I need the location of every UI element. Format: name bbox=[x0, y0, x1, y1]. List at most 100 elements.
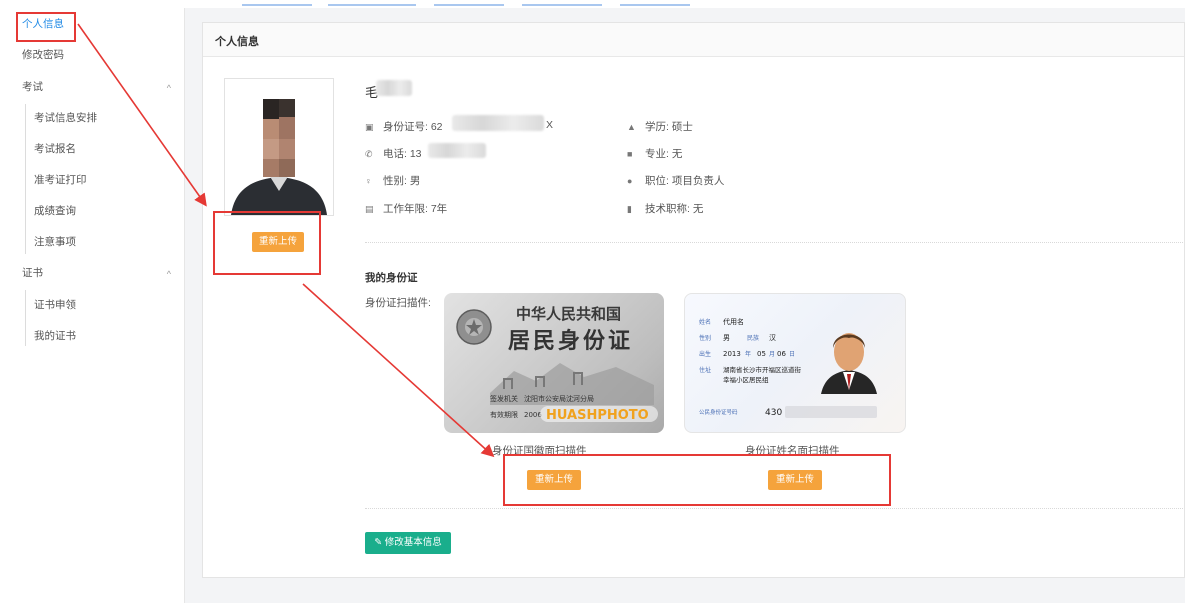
sidebar-item-score-query[interactable]: 成绩查询 bbox=[0, 203, 185, 219]
annotation-box-sidebar bbox=[16, 12, 76, 42]
work-years-value: 7年 bbox=[430, 203, 448, 215]
card-name-value: 代用名 bbox=[723, 317, 744, 326]
tab-stub[interactable] bbox=[522, 4, 602, 6]
card-validity-value: 2006 bbox=[524, 411, 542, 419]
sidebar-item-label: 考试信息安排 bbox=[34, 112, 97, 124]
id-number-label: 身份证号: bbox=[383, 121, 428, 133]
book-icon: ■ bbox=[627, 149, 633, 159]
sidebar-item-label: 证书 bbox=[22, 267, 43, 279]
work-years-label: 工作年限: bbox=[383, 203, 428, 215]
sidebar-item-change-password[interactable]: 修改密码 bbox=[0, 47, 185, 63]
tab-stub[interactable] bbox=[434, 4, 504, 6]
sidebar-item-exam[interactable]: 考试 ^ bbox=[0, 79, 185, 95]
phone-value: 13 bbox=[409, 148, 422, 160]
tab-stub[interactable] bbox=[328, 4, 416, 6]
id-card-back-graphic: 姓名 代用名 性别 男 民族 汉 出生 2013 年 05 月 06 日 住址 … bbox=[699, 317, 877, 418]
position-label: 职位: bbox=[645, 175, 669, 187]
major-field: ■ 专业: 无 bbox=[627, 146, 682, 161]
card-ethnic-value: 汉 bbox=[769, 334, 776, 342]
sidebar-item-label: 成绩查询 bbox=[34, 205, 76, 217]
redacted-phone bbox=[428, 143, 486, 158]
calendar-icon: ▤ bbox=[365, 204, 374, 214]
divider bbox=[365, 508, 1183, 509]
card-birth-month-unit: 月 bbox=[769, 351, 775, 358]
sidebar-item-label: 证书申领 bbox=[34, 299, 76, 311]
card-birth-day: 06 bbox=[777, 350, 786, 358]
sidebar-item-label: 注意事项 bbox=[34, 236, 76, 248]
edit-icon: ✎ bbox=[374, 537, 385, 548]
card-authority-label: 签发机关 bbox=[490, 394, 518, 403]
phone-field: ✆ 电话: 13 bbox=[365, 146, 422, 161]
major-value: 无 bbox=[671, 148, 683, 160]
redacted-name bbox=[376, 80, 412, 96]
card-validity-label: 有效期限 bbox=[490, 410, 518, 419]
card-birth-label: 出生 bbox=[699, 350, 711, 358]
card-front-line2: 居民身份证 bbox=[508, 328, 633, 354]
chevron-up-icon: ^ bbox=[166, 269, 171, 279]
card-name-label: 姓名 bbox=[699, 318, 711, 326]
tech-title-value: 无 bbox=[692, 203, 704, 215]
bookmark-icon: ▮ bbox=[627, 204, 632, 214]
card-address-label: 住址 bbox=[699, 366, 711, 374]
phone-label: 电话: bbox=[383, 148, 407, 160]
card-address-line2: 幸福小区居民组 bbox=[723, 375, 769, 384]
sidebar-item-my-cert[interactable]: 我的证书 bbox=[0, 328, 185, 344]
gender-label: 性别: bbox=[383, 175, 407, 187]
person-photo-icon bbox=[225, 79, 333, 215]
phone-icon: ✆ bbox=[365, 149, 373, 159]
edit-basic-info-button[interactable]: ✎ 修改基本信息 bbox=[365, 532, 451, 554]
tech-title-label: 技术职称: bbox=[645, 203, 690, 215]
card-ethnic-label: 民族 bbox=[747, 334, 759, 342]
card-authority-value: 沈阳市公安局沈河分局 bbox=[524, 394, 594, 403]
briefcase-icon: ● bbox=[627, 176, 633, 186]
id-section-title: 我的身份证 bbox=[365, 272, 418, 284]
sidebar-item-label: 我的证书 bbox=[34, 330, 76, 342]
card-birth-year-unit: 年 bbox=[745, 350, 751, 358]
work-years-field: ▤ 工作年限: 7年 bbox=[365, 201, 447, 216]
sidebar-item-notes[interactable]: 注意事项 bbox=[0, 234, 185, 250]
annotation-box-photo-button bbox=[213, 211, 321, 275]
card-id-value: 430 bbox=[765, 408, 782, 418]
education-label: 学历: bbox=[645, 121, 669, 133]
tech-title-field: ▮ 技术职称: 无 bbox=[627, 201, 703, 216]
card-birth-day-unit: 日 bbox=[789, 351, 795, 358]
id-card-front-graphic: 中华人民共和国 居民身份证 签发机关 沈阳市公安局沈河分局 有效期限 2006 … bbox=[456, 305, 658, 423]
graduation-cap-icon: ▲ bbox=[627, 122, 636, 132]
sidebar-item-label: 考试 bbox=[22, 81, 43, 93]
education-field: ▲ 学历: 硕士 bbox=[627, 119, 693, 134]
gender-value: 男 bbox=[409, 175, 421, 187]
edit-basic-info-label: 修改基本信息 bbox=[384, 537, 442, 548]
id-number-field: ▣ 身份证号: 62 bbox=[365, 119, 443, 134]
major-label: 专业: bbox=[645, 148, 669, 160]
sidebar-item-label: 修改密码 bbox=[22, 49, 64, 61]
sidebar: 个人信息 修改密码 考试 ^ 考试信息安排 考试报名 准考证打印 成绩查询 注意事… bbox=[0, 0, 185, 603]
card-front-line1: 中华人民共和国 bbox=[516, 305, 621, 323]
id-number-suffix: X bbox=[546, 119, 554, 131]
card-birth-year: 2013 bbox=[723, 350, 741, 358]
gender-icon: ♀ bbox=[365, 176, 372, 186]
sidebar-item-exam-schedule[interactable]: 考试信息安排 bbox=[0, 110, 185, 126]
panel-header: 个人信息 bbox=[203, 23, 1184, 57]
top-tab-bar bbox=[170, 0, 1185, 8]
id-card-back-image: 姓名 代用名 性别 男 民族 汉 出生 2013 年 05 月 06 日 住址 … bbox=[684, 293, 906, 433]
sidebar-item-exam-register[interactable]: 考试报名 bbox=[0, 141, 185, 157]
id-card-icon: ▣ bbox=[365, 122, 374, 132]
sidebar-item-cert-apply[interactable]: 证书申领 bbox=[0, 297, 185, 313]
chevron-up-icon: ^ bbox=[166, 83, 171, 93]
sidebar-item-label: 准考证打印 bbox=[34, 174, 87, 186]
card-birth-month: 05 bbox=[757, 350, 766, 358]
sidebar-item-admission-print[interactable]: 准考证打印 bbox=[0, 172, 185, 188]
tab-stub[interactable] bbox=[620, 4, 690, 6]
id-number-value: 62 bbox=[430, 121, 443, 133]
tab-stub[interactable] bbox=[242, 4, 312, 6]
card-watermark: HUASHPHOTO bbox=[546, 408, 649, 423]
gender-field: ♀ 性别: 男 bbox=[365, 173, 420, 188]
annotation-box-id-buttons bbox=[503, 454, 891, 506]
sidebar-item-label: 考试报名 bbox=[34, 143, 76, 155]
card-gender-value: 男 bbox=[723, 334, 730, 342]
divider bbox=[365, 242, 1183, 243]
card-gender-label: 性别 bbox=[699, 334, 711, 342]
sidebar-item-certificate[interactable]: 证书 ^ bbox=[0, 265, 185, 281]
position-value: 项目负责人 bbox=[671, 175, 725, 187]
avatar-photo bbox=[224, 78, 334, 216]
